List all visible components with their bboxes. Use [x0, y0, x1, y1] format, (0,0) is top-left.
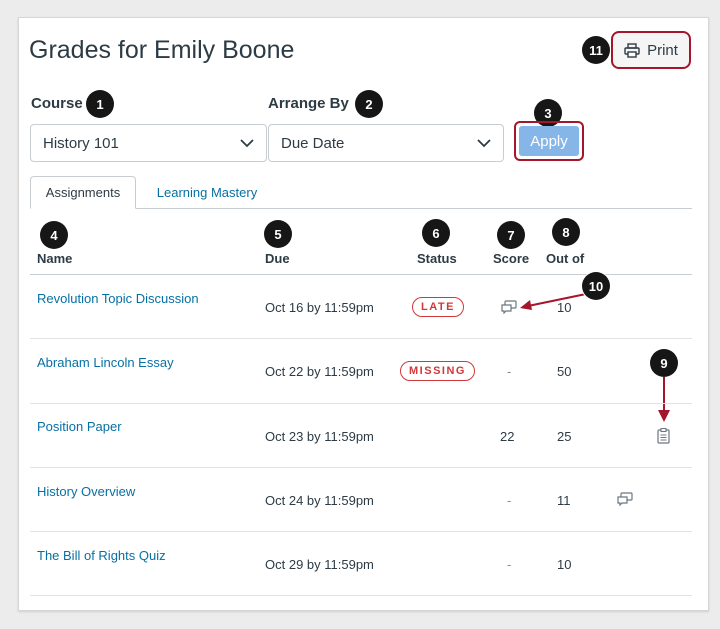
print-button[interactable]: Print [611, 31, 691, 69]
due-date: Oct 29 by 11:59pm [265, 557, 374, 572]
callout-badge: 5 [264, 220, 292, 248]
rubric-icon[interactable] [657, 428, 670, 444]
assignment-link[interactable]: History Overview [37, 484, 135, 499]
callout-badge: 6 [422, 219, 450, 247]
out-of-value: 11 [557, 493, 571, 508]
row-divider [30, 403, 692, 404]
arrange-by-select[interactable]: Due Date [268, 124, 504, 162]
comment-icon[interactable] [617, 492, 633, 506]
callout-badge: 8 [552, 218, 580, 246]
out-of-value: 10 [557, 300, 572, 315]
column-header-due: Due [265, 251, 290, 266]
out-of-value: 10 [557, 557, 572, 572]
callout-badge: 1 [86, 90, 114, 118]
callout-badge: 2 [355, 90, 383, 118]
course-select-value: History 101 [43, 134, 119, 152]
score-value: 22 [500, 429, 515, 444]
due-date: Oct 24 by 11:59pm [265, 493, 374, 508]
due-date: Oct 22 by 11:59pm [265, 364, 374, 379]
missing-status-badge: MISSING [400, 361, 475, 381]
out-of-value: 50 [557, 364, 572, 379]
chevron-down-icon [240, 138, 254, 147]
printer-icon [624, 42, 640, 58]
column-header-status: Status [417, 251, 457, 266]
score-value: - [507, 364, 512, 379]
row-divider [30, 531, 692, 532]
chevron-down-icon [477, 138, 491, 147]
arrow-icon [520, 293, 587, 310]
assignment-link[interactable]: Position Paper [37, 419, 122, 434]
print-label: Print [647, 41, 678, 59]
callout-badge: 4 [40, 221, 68, 249]
course-select[interactable]: History 101 [30, 124, 267, 162]
course-label: Course [31, 95, 83, 112]
assignment-link[interactable]: The Bill of Rights Quiz [37, 548, 166, 563]
column-header-name: Name [37, 251, 73, 266]
page-title: Grades for Emily Boone [29, 36, 295, 64]
arrange-by-label: Arrange By [268, 95, 349, 112]
arrow-icon [658, 377, 670, 422]
arrange-by-select-value: Due Date [281, 134, 345, 152]
callout-badge: 11 [582, 36, 610, 64]
tab-assignments[interactable]: Assignments [30, 176, 136, 209]
row-divider [30, 595, 692, 596]
comment-icon[interactable] [501, 300, 517, 314]
due-date: Oct 16 by 11:59pm [265, 300, 374, 315]
callout-badge: 10 [582, 272, 610, 300]
row-divider [30, 338, 692, 339]
column-header-score: Score [493, 251, 530, 266]
out-of-value: 25 [557, 429, 572, 444]
late-status-badge: LATE [412, 297, 464, 317]
due-date: Oct 23 by 11:59pm [265, 429, 374, 444]
apply-callout-frame: Apply [514, 121, 584, 161]
column-header-out-of: Out of [546, 251, 585, 266]
apply-button[interactable]: Apply [519, 126, 579, 156]
tab-learning-mastery[interactable]: Learning Mastery [146, 176, 268, 209]
score-value: - [507, 557, 512, 572]
row-divider [30, 467, 692, 468]
callout-badge: 7 [497, 221, 525, 249]
assignment-link[interactable]: Revolution Topic Discussion [37, 291, 199, 306]
assignment-link[interactable]: Abraham Lincoln Essay [37, 355, 174, 370]
score-value: - [507, 493, 512, 508]
callout-badge: 9 [650, 349, 678, 377]
